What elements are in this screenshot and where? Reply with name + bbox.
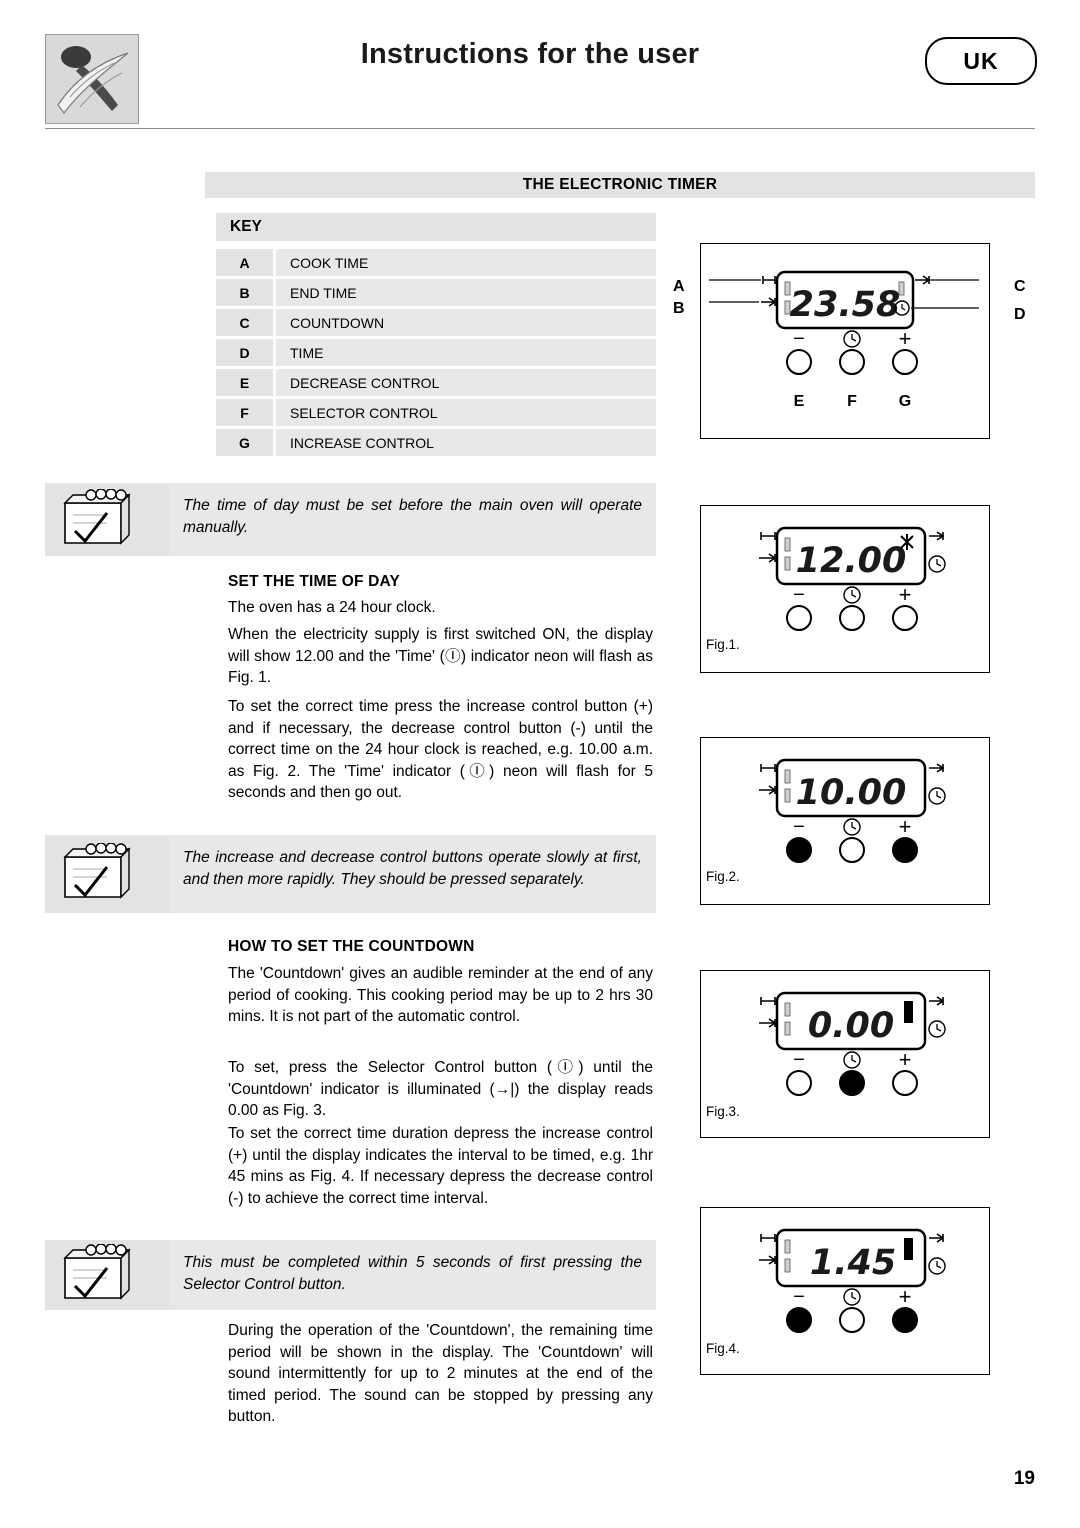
- note-box: The increase and decrease control button…: [45, 835, 656, 913]
- paragraph-countdown-duration: To set the correct time duration depress…: [228, 1125, 653, 1207]
- page: Instructions for the user UK THE ELECTRO…: [0, 0, 1080, 1528]
- svg-text:+: +: [899, 1047, 912, 1072]
- svg-text:12.00: 12.00: [796, 541, 907, 581]
- svg-text:F: F: [847, 393, 857, 410]
- table-row: C COUNTDOWN: [216, 309, 656, 336]
- figure-key-diagram: 23.58 − + E F G: [700, 243, 990, 439]
- key-heading: KEY: [216, 213, 656, 241]
- key-label: COUNTDOWN: [276, 309, 656, 336]
- note-box: This must be completed within 5 seconds …: [45, 1240, 656, 1310]
- key-label: END TIME: [276, 279, 656, 306]
- locale-badge: UK: [925, 37, 1037, 85]
- table-row: G INCREASE CONTROL: [216, 429, 656, 456]
- svg-text:−: −: [793, 328, 805, 350]
- key-label: COOK TIME: [276, 249, 656, 276]
- paragraph-power-on: When the electricity supply is first swi…: [228, 626, 653, 686]
- header-divider: [45, 128, 1035, 129]
- key-label: TIME: [276, 339, 656, 366]
- paragraph-clock: The oven has a 24 hour clock.: [228, 599, 436, 616]
- page-number: 19: [1013, 1468, 1035, 1489]
- callout-a: A: [673, 278, 685, 295]
- page-header: Instructions for the user UK: [0, 0, 1080, 132]
- note-text: This must be completed within 5 seconds …: [169, 1240, 656, 1310]
- paragraph-set-correct-time: To set the correct time press the increa…: [228, 698, 653, 801]
- key-letter: B: [216, 279, 273, 306]
- svg-text:1.45: 1.45: [810, 1243, 896, 1283]
- key-letter: D: [216, 339, 273, 366]
- paragraph-countdown-operation: During the operation of the 'Countdown',…: [228, 1322, 653, 1425]
- key-table: A COOK TIME B END TIME C COUNTDOWN D TIM…: [216, 249, 656, 459]
- page-title: Instructions for the user: [360, 38, 700, 70]
- table-row: E DECREASE CONTROL: [216, 369, 656, 396]
- note-text: The increase and decrease control button…: [169, 835, 656, 913]
- svg-text:−: −: [793, 816, 805, 838]
- figure-1: 12.00 − +: [700, 505, 990, 673]
- display-value: 23.58: [790, 285, 901, 325]
- svg-text:−: −: [793, 584, 805, 606]
- key-letter: C: [216, 309, 273, 336]
- svg-text:G: G: [899, 393, 911, 410]
- key-letter: E: [216, 369, 273, 396]
- note-pencil-icon: [45, 1240, 165, 1310]
- svg-text:−: −: [793, 1286, 805, 1308]
- note-text: The time of day must be set before the m…: [169, 483, 656, 556]
- callout-d: D: [1014, 306, 1026, 323]
- svg-text:0.00: 0.00: [808, 1006, 894, 1046]
- paragraph-countdown-select: To set, press the Selector Control butto…: [228, 1059, 653, 1119]
- svg-text:+: +: [899, 1284, 912, 1309]
- note-pencil-icon: [45, 835, 165, 913]
- figure-3-caption: Fig.3.: [706, 1104, 740, 1119]
- callout-b: B: [673, 300, 685, 317]
- table-row: B END TIME: [216, 279, 656, 306]
- key-letter: A: [216, 249, 273, 276]
- table-row: A COOK TIME: [216, 249, 656, 276]
- callout-c: C: [1014, 278, 1026, 295]
- note-box: The time of day must be set before the m…: [45, 483, 656, 556]
- heading-set-time-of-day: SET THE TIME OF DAY: [228, 573, 401, 590]
- figure-2-caption: Fig.2.: [706, 869, 740, 884]
- svg-text:+: +: [899, 814, 912, 839]
- svg-text:10.00: 10.00: [796, 773, 907, 813]
- svg-text:−: −: [793, 1049, 805, 1071]
- section-title: THE ELECTRONIC TIMER: [205, 172, 1035, 198]
- key-letter: F: [216, 399, 273, 426]
- figure-2: 10.00 − +: [700, 737, 990, 905]
- table-row: F SELECTOR CONTROL: [216, 399, 656, 426]
- svg-text:+: +: [899, 582, 912, 607]
- heading-how-to-set-countdown: HOW TO SET THE COUNTDOWN: [228, 938, 475, 955]
- key-label: DECREASE CONTROL: [276, 369, 656, 396]
- key-label: SELECTOR CONTROL: [276, 399, 656, 426]
- svg-text:+: +: [899, 326, 912, 351]
- figure-3: 0.00 − +: [700, 970, 990, 1138]
- paragraph-countdown-intro: The 'Countdown' gives an audible reminde…: [228, 965, 653, 1025]
- key-letter: G: [216, 429, 273, 456]
- note-pencil-icon: [45, 483, 165, 556]
- spoon-wheat-logo: [45, 34, 139, 124]
- svg-text:E: E: [794, 393, 805, 410]
- figure-1-caption: Fig.1.: [706, 637, 740, 652]
- key-label: INCREASE CONTROL: [276, 429, 656, 456]
- figure-4: 1.45 − +: [700, 1207, 990, 1375]
- figure-4-caption: Fig.4.: [706, 1341, 740, 1356]
- table-row: D TIME: [216, 339, 656, 366]
